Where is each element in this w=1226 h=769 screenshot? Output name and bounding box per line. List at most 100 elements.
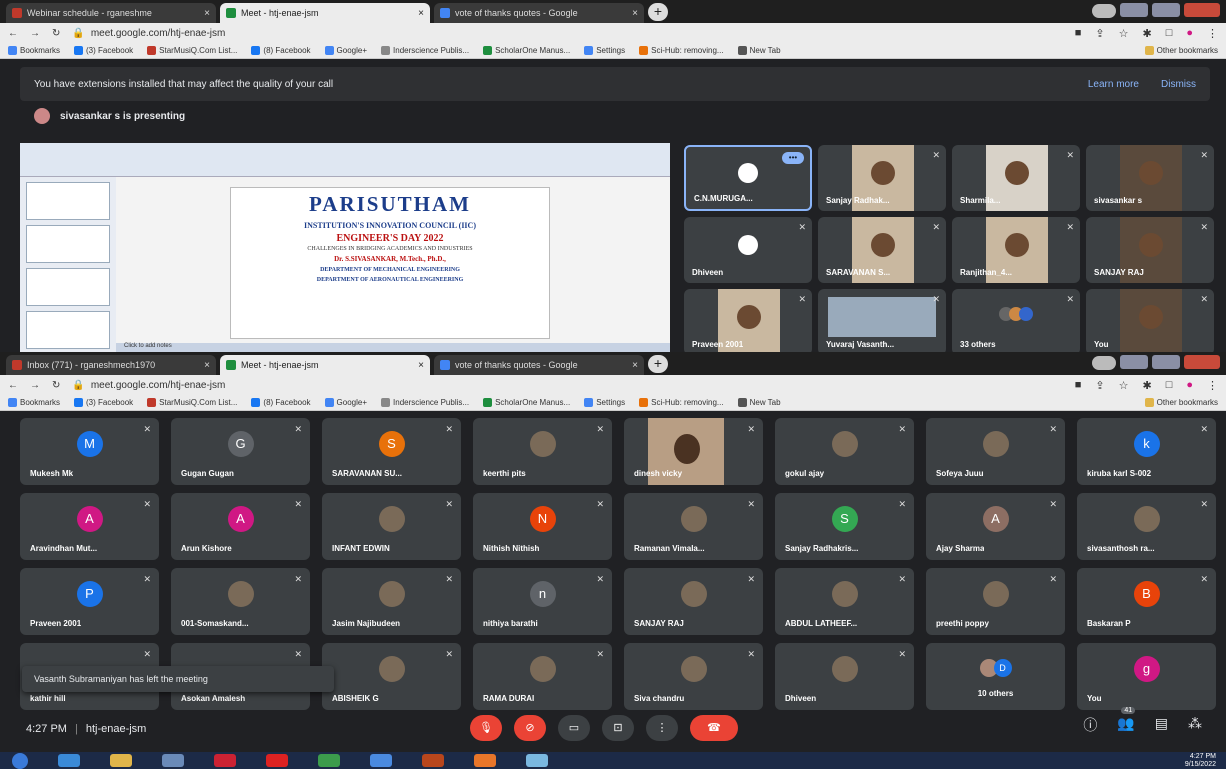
forward-icon[interactable]: → — [30, 28, 40, 39]
camera-off-button[interactable]: ⊘ — [514, 715, 546, 741]
paint-icon[interactable] — [526, 754, 548, 767]
bookmark-item[interactable]: (8) Facebook — [251, 46, 311, 56]
powerpoint-icon[interactable] — [422, 754, 444, 767]
back-icon[interactable]: ← — [8, 28, 18, 39]
ie-icon[interactable] — [58, 754, 80, 767]
present-button[interactable]: ⊡ — [602, 715, 634, 741]
profile-icon[interactable]: ● — [1186, 27, 1193, 40]
participant-tile[interactable]: S ✕ SARAVANAN SU... — [322, 418, 461, 485]
share-icon[interactable]: ⇪ — [1095, 27, 1104, 40]
camera-icon[interactable]: ■ — [1075, 379, 1082, 392]
participant-tile[interactable]: ✕ Sharmila... — [952, 145, 1080, 211]
end-call-button[interactable]: ☎ — [690, 715, 738, 741]
close-window-button[interactable] — [1184, 355, 1220, 369]
participant-tile[interactable]: ✕ Jasim Najibudeen — [322, 568, 461, 635]
explorer-icon[interactable] — [110, 754, 132, 767]
participant-tile[interactable]: ✕ SARAVANAN S... — [818, 217, 946, 283]
close-icon[interactable]: × — [204, 360, 210, 371]
browser-tab[interactable]: Webinar schedule - rganeshme × — [6, 3, 216, 23]
bookmark-item[interactable]: Inderscience Publis... — [381, 46, 469, 56]
people-icon[interactable]: 👥 41 — [1117, 707, 1136, 735]
forward-icon[interactable]: → — [30, 380, 40, 391]
bookmark-item[interactable]: Bookmarks — [8, 46, 60, 56]
bookmark-item[interactable]: StarMusiQ.Com List... — [147, 398, 237, 408]
participant-tile[interactable]: ✕ Siva chandru — [624, 643, 763, 710]
close-window-button[interactable] — [1184, 3, 1220, 17]
bookmark-item[interactable]: Other bookmarks — [1144, 46, 1218, 56]
bookmark-item[interactable]: StarMusiQ.Com List... — [147, 46, 237, 56]
bookmark-item[interactable]: Settings — [584, 398, 625, 408]
browser-tab[interactable]: vote of thanks quotes - Google × — [434, 3, 644, 23]
browser-tab[interactable]: Inbox (771) - rganeshmech1970 × — [6, 355, 216, 375]
browser-tab[interactable]: Meet - htj-enae-jsm × — [220, 3, 430, 23]
more-icon[interactable]: ••• — [782, 152, 804, 164]
start-button[interactable] — [12, 752, 28, 769]
star-icon[interactable]: ☆ — [1119, 379, 1129, 392]
participant-tile[interactable]: ✕ Ramanan Vimala... — [624, 493, 763, 560]
bookmark-item[interactable]: New Tab — [737, 398, 781, 408]
bookmark-item[interactable]: Inderscience Publis... — [381, 398, 469, 408]
participant-tile[interactable]: M ✕ Mukesh Mk — [20, 418, 159, 485]
participant-tile[interactable]: ✕ Sanjay Radhak... — [818, 145, 946, 211]
media-icon[interactable] — [214, 754, 236, 767]
opera-icon[interactable] — [266, 754, 288, 767]
new-tab-button[interactable]: + — [648, 3, 668, 21]
participant-tile[interactable]: ✕ 001-Somaskand... — [171, 568, 310, 635]
bookmark-item[interactable]: ScholarOne Manus... — [483, 398, 570, 408]
close-icon[interactable]: × — [418, 8, 424, 19]
bookmark-item[interactable]: Other bookmarks — [1144, 398, 1218, 408]
participant-tile[interactable]: ✕ SANJAY RAJ — [624, 568, 763, 635]
participant-tile[interactable]: B ✕ Baskaran P — [1077, 568, 1216, 635]
participant-tile[interactable]: g You — [1077, 643, 1216, 710]
participant-tile[interactable]: S ✕ Sanjay Radhakris... — [775, 493, 914, 560]
participant-tile[interactable]: ✕ Dhiveen — [775, 643, 914, 710]
bookmark-item[interactable]: Settings — [584, 46, 625, 56]
files-icon[interactable] — [162, 754, 184, 767]
menu-icon[interactable]: ⋮ — [1207, 379, 1218, 392]
bookmark-item[interactable]: Sci-Hub: removing... — [639, 398, 724, 408]
bookmark-item[interactable]: Bookmarks — [8, 398, 60, 408]
participant-tile[interactable]: ✕ 33 others — [952, 289, 1080, 352]
activities-icon[interactable]: ⁂ — [1188, 715, 1202, 735]
share-icon[interactable]: ⇪ — [1095, 379, 1104, 392]
participant-tile[interactable]: A ✕ Arun Kishore — [171, 493, 310, 560]
more-options-button[interactable]: ⋮ — [646, 715, 678, 741]
dismiss-button[interactable]: Dismiss — [1161, 79, 1196, 90]
mic-off-button[interactable]: 🎙 — [470, 715, 502, 741]
url-field[interactable]: 🔒 meet.google.com/htj-enae-jsm — [72, 380, 1062, 391]
reload-icon[interactable]: ↻ — [52, 380, 60, 391]
browser-tab[interactable]: Meet - htj-enae-jsm × — [220, 355, 430, 375]
participant-tile[interactable]: ✕ gokul ajay — [775, 418, 914, 485]
participant-tile[interactable]: A ✕ Aravindhan Mut... — [20, 493, 159, 560]
window-icon[interactable]: □ — [1166, 379, 1173, 392]
back-icon[interactable]: ← — [8, 380, 18, 391]
learn-more-link[interactable]: Learn more — [1088, 79, 1139, 90]
app-icon[interactable] — [370, 754, 392, 767]
bookmark-item[interactable]: ScholarOne Manus... — [483, 46, 570, 56]
participant-tile[interactable]: ✕ ABISHEIK G — [322, 643, 461, 710]
close-icon[interactable]: × — [418, 360, 424, 371]
participant-tile[interactable]: ✕ INFANT EDWIN — [322, 493, 461, 560]
profile-chip[interactable] — [1092, 4, 1116, 18]
participant-tile[interactable]: ✕ ABDUL LATHEEF... — [775, 568, 914, 635]
participant-tile[interactable]: ✕ Ranjithan_4... — [952, 217, 1080, 283]
extensions-icon[interactable]: ✱ — [1142, 379, 1151, 392]
participant-tile[interactable]: ✕ RAMA DURAI — [473, 643, 612, 710]
participant-tile[interactable]: ✕ preethi poppy — [926, 568, 1065, 635]
participant-tile[interactable]: k ✕ kiruba karl S-002 — [1077, 418, 1216, 485]
participant-tile[interactable]: n ✕ nithiya barathi — [473, 568, 612, 635]
bookmark-item[interactable]: Google+ — [324, 46, 367, 56]
close-icon[interactable]: × — [632, 360, 638, 371]
browser-tab[interactable]: vote of thanks quotes - Google × — [434, 355, 644, 375]
info-icon[interactable]: ⓘ — [1083, 715, 1097, 735]
profile-icon[interactable]: ● — [1186, 379, 1193, 392]
window-icon[interactable]: □ — [1166, 27, 1173, 40]
participant-tile[interactable]: ✕ Yuvaraj Vasanth... — [818, 289, 946, 352]
participant-tile[interactable]: N ✕ Nithish Nithish — [473, 493, 612, 560]
participant-tile[interactable]: ✕ SANJAY RAJ — [1086, 217, 1214, 283]
menu-icon[interactable]: ⋮ — [1207, 27, 1218, 40]
participant-tile[interactable]: ••• C.N.MURUGA... — [684, 145, 812, 211]
participant-tile[interactable]: A ✕ Ajay Sharma — [926, 493, 1065, 560]
participant-tile[interactable]: D 10 others — [926, 643, 1065, 710]
minimize-button[interactable] — [1120, 3, 1148, 17]
